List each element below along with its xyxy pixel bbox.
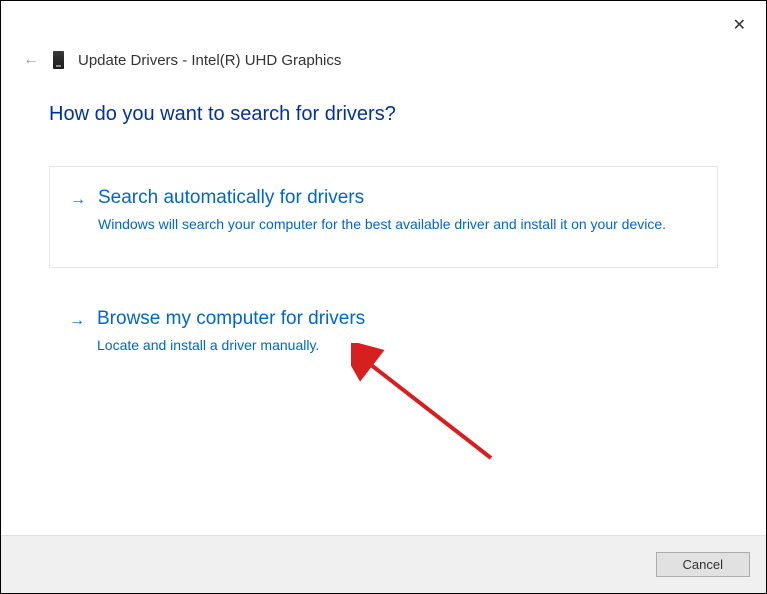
option-description: Locate and install a driver manually.	[97, 336, 698, 356]
option-search-automatically[interactable]: → Search automatically for drivers Windo…	[49, 166, 718, 268]
option-title: Search automatically for drivers	[98, 187, 697, 209]
arrow-right-icon: →	[69, 312, 85, 330]
close-icon[interactable]: ✕	[733, 15, 746, 35]
device-icon	[53, 51, 64, 69]
dialog-title: Update Drivers - Intel(R) UHD Graphics	[78, 52, 341, 69]
option-browse-computer[interactable]: → Browse my computer for drivers Locate …	[49, 296, 718, 376]
dialog-content: How do you want to search for drivers? →…	[1, 69, 766, 375]
cancel-button[interactable]: Cancel	[656, 552, 750, 577]
dialog-footer: Cancel	[1, 535, 766, 593]
main-heading: How do you want to search for drivers?	[49, 103, 718, 126]
dialog-header: ← Update Drivers - Intel(R) UHD Graphics	[1, 1, 766, 69]
back-arrow-icon[interactable]: ←	[23, 51, 39, 69]
arrow-right-icon: →	[70, 191, 86, 209]
option-description: Windows will search your computer for th…	[98, 215, 697, 235]
option-title: Browse my computer for drivers	[97, 308, 698, 330]
